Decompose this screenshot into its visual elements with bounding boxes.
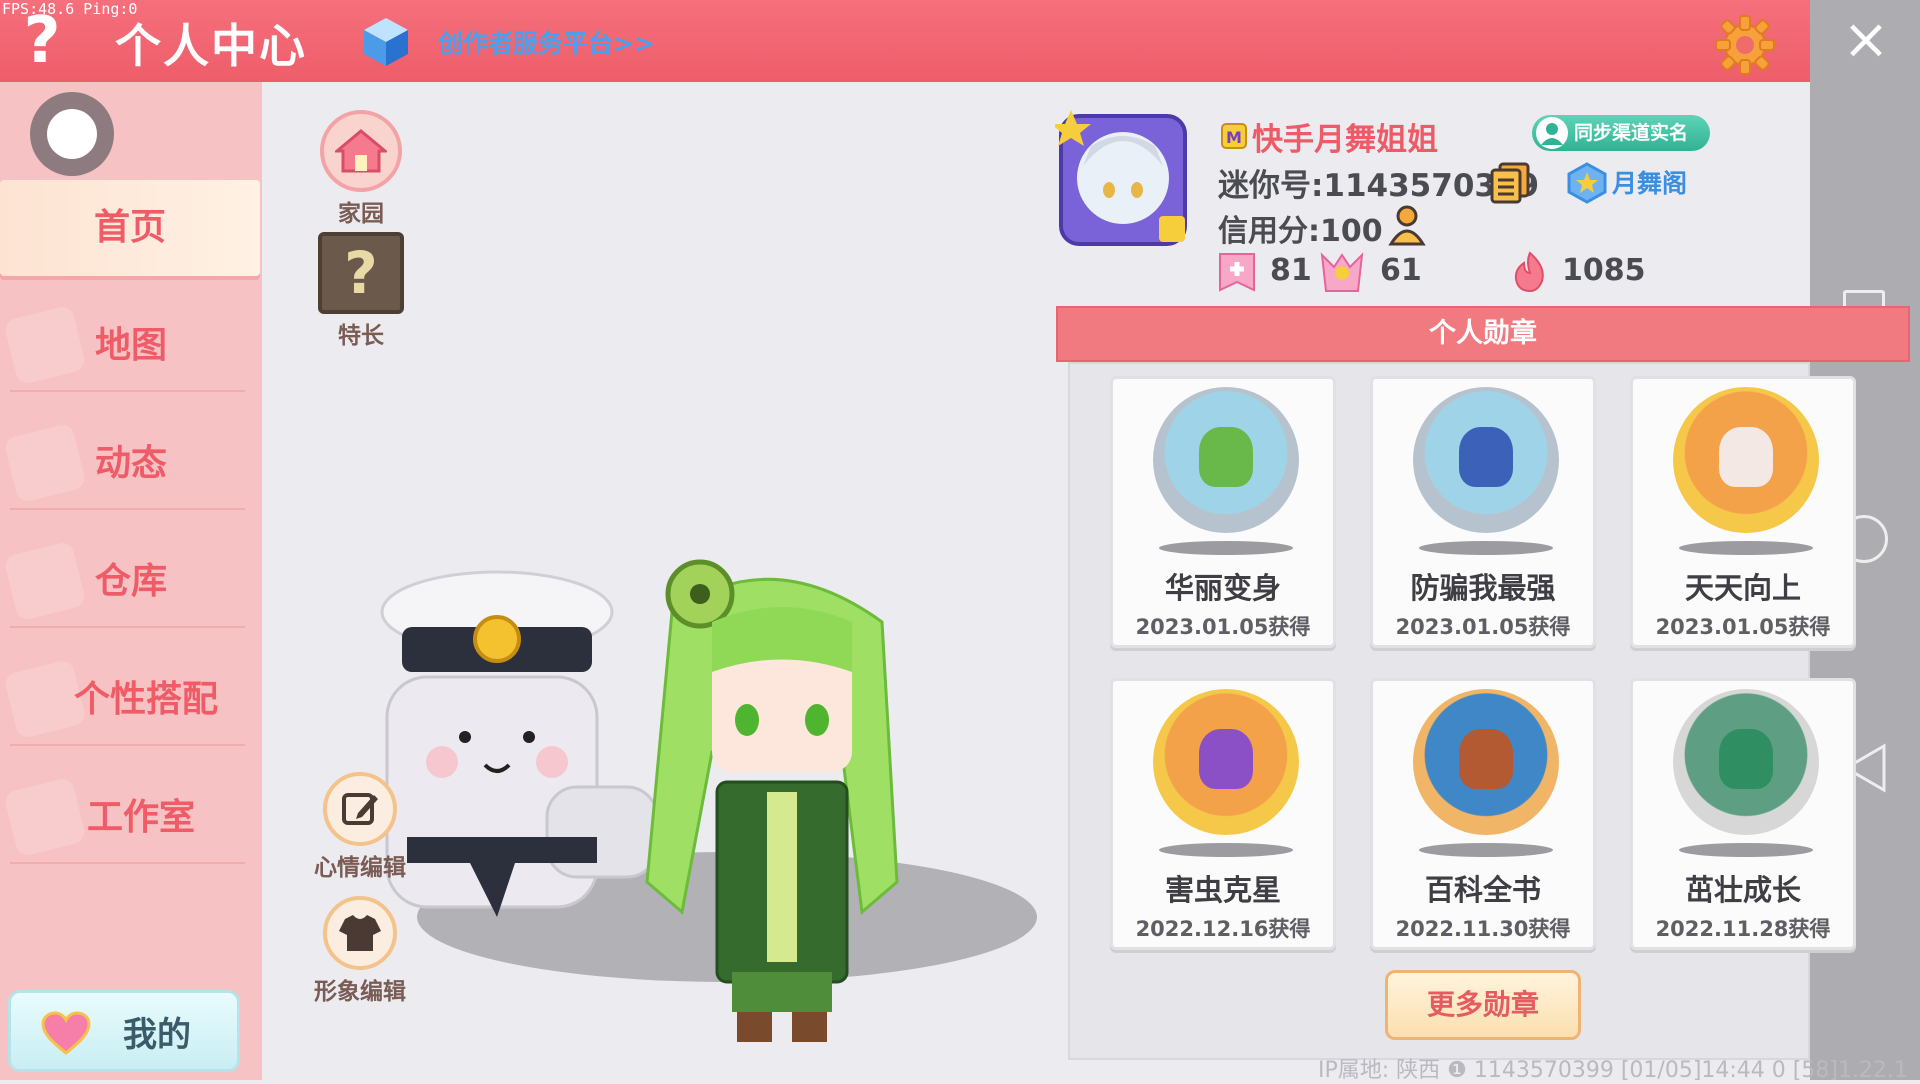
flame-icon — [1514, 250, 1544, 292]
medal-card[interactable]: 防骗我最强 2023.01.05获得 — [1370, 376, 1596, 648]
friends-icon[interactable] — [1385, 204, 1429, 248]
medal-date: 2022.11.28获得 — [1655, 917, 1831, 941]
home-garden-button[interactable]: 家园 — [315, 110, 407, 228]
medal-shadow — [1159, 541, 1293, 555]
medal-badge-icon — [1673, 689, 1819, 835]
guild-icon[interactable] — [1566, 162, 1608, 204]
user-verified-icon — [1536, 117, 1568, 149]
map-icon — [3, 304, 87, 386]
medal-card[interactable]: 天天向上 2023.01.05获得 — [1630, 376, 1856, 648]
house-icon — [320, 110, 402, 192]
edit-icon — [323, 772, 397, 846]
sidebar-item-label: 个性搭配 — [73, 679, 218, 720]
sidebar-item-label: 工作室 — [86, 797, 195, 838]
home-garden-label: 家园 — [338, 201, 384, 227]
divider — [10, 744, 245, 746]
sidebar-item-map[interactable]: 地图 — [0, 298, 262, 394]
talent-button[interactable]: ? 特长 — [315, 232, 407, 350]
player-avatar-figure — [645, 559, 899, 1042]
sidebar-item-label: 仓库 — [94, 561, 167, 602]
fans-icon — [1320, 251, 1364, 292]
guild-name[interactable]: 月舞阁 — [1612, 164, 1687, 200]
medal-date: 2022.12.16获得 — [1135, 917, 1311, 941]
bell-icon — [3, 422, 87, 504]
sidebar-item-label: 地图 — [94, 325, 167, 366]
medal-name: 百科全书 — [1424, 873, 1541, 907]
medal-badge-icon — [1413, 689, 1559, 835]
copy-icon[interactable] — [1490, 162, 1530, 204]
fans-count: 61 — [1380, 253, 1422, 288]
heat-stat: 1085 — [1512, 250, 1646, 292]
sync-realname-label: 同步渠道实名 — [1574, 122, 1689, 144]
gear-icon[interactable] — [1714, 14, 1776, 76]
medal-name: 华丽变身 — [1164, 571, 1281, 605]
medal-shadow — [1159, 843, 1293, 857]
sidebar-item-warehouse[interactable]: 仓库 — [0, 534, 262, 630]
medal-badge-icon — [1153, 387, 1299, 533]
cube-icon — [364, 18, 408, 66]
creator-platform-link[interactable]: 创作者服务平台>> — [438, 24, 655, 60]
sidebar-item-outfit[interactable]: 个性搭配 — [0, 652, 262, 748]
close-icon[interactable]: × — [1838, 12, 1894, 68]
medal-badge-icon — [1673, 387, 1819, 533]
divider — [10, 862, 245, 864]
divider — [10, 508, 245, 510]
mood-edit-button[interactable]: 心情编辑 — [310, 772, 410, 882]
medal-shadow — [1679, 541, 1813, 555]
appearance-edit-label: 形象编辑 — [314, 979, 406, 1005]
talent-label: 特长 — [338, 323, 384, 349]
medal-name: 防骗我最强 — [1410, 571, 1556, 605]
medal-date: 2023.01.05获得 — [1395, 615, 1571, 639]
medal-card[interactable]: 害虫克星 2022.12.16获得 — [1110, 678, 1336, 950]
medal-date: 2022.11.30获得 — [1395, 917, 1571, 941]
medal-date: 2023.01.05获得 — [1135, 615, 1311, 639]
divider — [10, 626, 245, 628]
medal-shadow — [1419, 541, 1553, 555]
sidebar-item-home[interactable]: 首页 — [0, 180, 260, 276]
appearance-edit-button[interactable]: 形象编辑 — [310, 896, 410, 1006]
mine-label: 我的 — [123, 1015, 191, 1055]
profile-avatar[interactable] — [1055, 106, 1193, 252]
likes-stat: 81 — [1218, 250, 1312, 292]
medal-name: 害虫克星 — [1164, 873, 1281, 907]
unknown-talent-icon: ? — [318, 232, 404, 314]
medal-badge-icon — [1153, 689, 1299, 835]
outfit-icon — [323, 896, 397, 970]
medal-card[interactable]: 百科全书 2022.11.30获得 — [1370, 678, 1596, 950]
mood-edit-label: 心情编辑 — [314, 855, 406, 881]
mine-button[interactable]: 我的 — [8, 990, 240, 1072]
box-icon — [3, 540, 87, 622]
medal-date: 2023.01.05获得 — [1655, 615, 1831, 639]
medal-name: 茁壮成长 — [1684, 873, 1801, 907]
medal-card[interactable]: 华丽变身 2023.01.05获得 — [1110, 376, 1336, 648]
avatar[interactable] — [30, 92, 114, 176]
footer-info: IP属地: 陕西 ❶ 1143570399 [01/05]14:44 0 [58… — [1318, 1058, 1908, 1083]
heat-count: 1085 — [1562, 253, 1646, 288]
question-icon[interactable]: ? — [12, 6, 72, 76]
fans-stat: 61 — [1318, 250, 1422, 292]
more-medals-button[interactable]: 更多勋章 — [1385, 970, 1581, 1040]
sidebar-item-feed[interactable]: 动态 — [0, 416, 262, 512]
medal-section-header: 个人勋章 — [1056, 306, 1910, 362]
sidebar-item-label: 首页 — [93, 207, 166, 248]
medal-shadow — [1419, 843, 1553, 857]
sidebar-item-studio[interactable]: 工作室 — [0, 770, 262, 866]
credit-score: 信用分:100 — [1218, 214, 1383, 249]
medal-card[interactable]: 茁壮成长 2022.11.28获得 — [1630, 678, 1856, 950]
page-title: 个人中心 — [115, 19, 307, 73]
medal-badge-icon — [1413, 387, 1559, 533]
medal-name: 天天向上 — [1684, 571, 1801, 605]
divider — [10, 390, 245, 392]
vip-badge-icon: M — [1221, 123, 1247, 149]
sidebar-item-label: 动态 — [94, 443, 167, 484]
likes-count: 81 — [1270, 253, 1312, 288]
heart-icon — [41, 1011, 91, 1055]
medal-shadow — [1679, 843, 1813, 857]
svg-text:M: M — [1226, 128, 1242, 147]
like-badge-icon — [1219, 252, 1255, 292]
nickname: 快手月舞姐姐 — [1252, 122, 1438, 158]
